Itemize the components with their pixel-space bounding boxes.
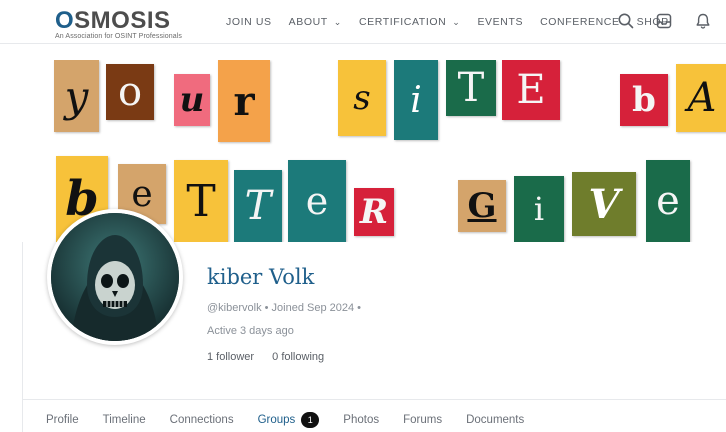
- profile-last-active: Active 3 days ago: [207, 325, 294, 337]
- profile-meta: @kibervolk • Joined Sep 2024 •: [207, 302, 362, 314]
- cover-letter: A: [676, 64, 726, 132]
- profile-tabs: Profile Timeline Connections Groups 1 Pho…: [46, 412, 548, 428]
- following-link[interactable]: 0 following: [272, 351, 324, 363]
- nav-item-conference[interactable]: CONFERENCE: [540, 16, 620, 28]
- cover-letter: V: [572, 172, 636, 236]
- nav-item-events[interactable]: EVENTS: [477, 16, 523, 28]
- tab-profile[interactable]: Profile: [46, 414, 79, 426]
- cover-letter: T: [234, 170, 282, 242]
- cover-letter: R: [354, 188, 394, 236]
- followers-link[interactable]: 1 follower: [207, 351, 254, 363]
- bell-icon[interactable]: [694, 12, 712, 30]
- cover-letter: b: [620, 74, 668, 126]
- cover-letter: e: [646, 160, 690, 242]
- cover-letter: i: [514, 176, 564, 242]
- chevron-down-icon: ⌄: [333, 16, 342, 27]
- site-header: OSMOSIS An Association for OSINT Profess…: [0, 0, 726, 44]
- cover-letter: u: [174, 74, 210, 126]
- cover-letter: T: [174, 160, 228, 242]
- tab-forums[interactable]: Forums: [403, 414, 442, 426]
- profile-display-name: kiber Volk: [207, 265, 315, 289]
- follow-stats: 1 follower 0 following: [207, 351, 339, 363]
- nav-item-about[interactable]: ABOUT ⌄: [289, 16, 342, 28]
- tab-documents[interactable]: Documents: [466, 414, 524, 426]
- cover-letter: o: [106, 64, 154, 120]
- tabs-divider: [22, 399, 726, 400]
- cover-letter: r: [218, 60, 270, 142]
- groups-count-badge: 1: [301, 412, 320, 428]
- osmosis-logo[interactable]: OSMOSIS An Association for OSINT Profess…: [55, 7, 183, 41]
- tab-connections[interactable]: Connections: [170, 414, 234, 426]
- cover-letter: T: [446, 60, 496, 116]
- chevron-down-icon: ⌄: [452, 16, 461, 27]
- tab-groups[interactable]: Groups 1: [258, 412, 320, 428]
- avatar-image: [51, 213, 179, 341]
- nav-item-certification[interactable]: CERTIFICATION ⌄: [359, 16, 461, 28]
- logo-wordmark: OSMOSIS: [55, 7, 171, 34]
- tab-photos[interactable]: Photos: [343, 414, 379, 426]
- inbox-icon[interactable]: [655, 12, 673, 30]
- avatar[interactable]: [47, 209, 183, 345]
- cover-letter: s: [338, 60, 386, 136]
- cover-letter: G: [458, 180, 506, 232]
- cover-letter: E: [502, 60, 560, 120]
- tab-timeline[interactable]: Timeline: [103, 414, 146, 426]
- cover-letter: i: [394, 60, 438, 140]
- cover-letter: e: [288, 160, 346, 242]
- nav-item-join-us[interactable]: JOIN US: [226, 16, 272, 28]
- cover-letter: y: [54, 60, 99, 132]
- search-icon[interactable]: [617, 12, 635, 30]
- logo-tagline: An Association for OSINT Professionals: [55, 33, 183, 40]
